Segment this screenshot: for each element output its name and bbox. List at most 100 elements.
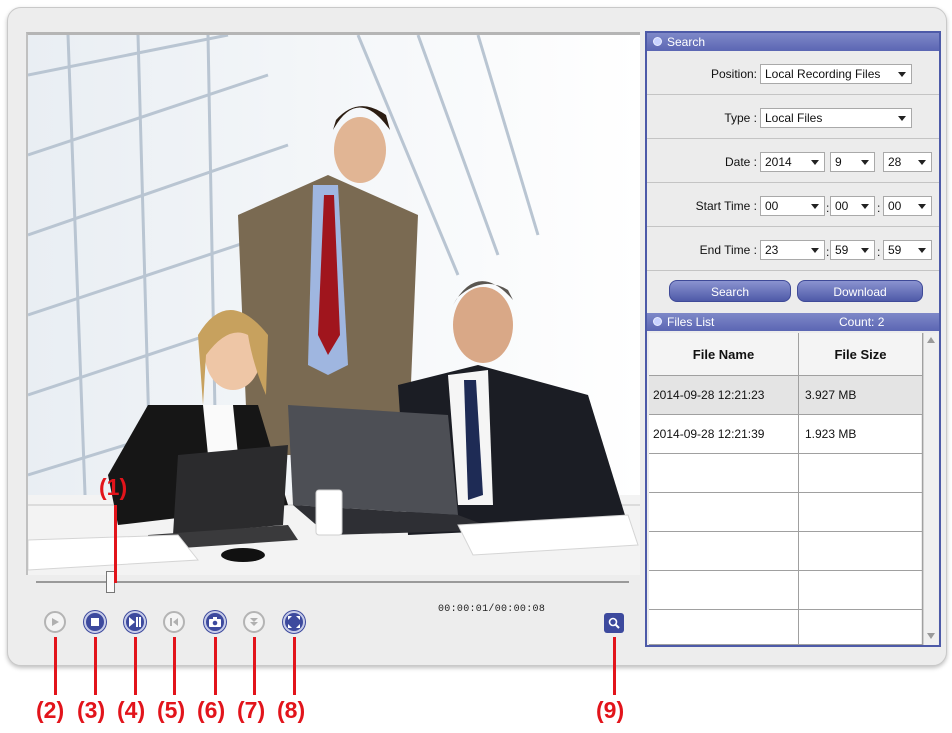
date-label: Date : [724, 155, 757, 169]
date-year-select[interactable]: 2014 [760, 152, 825, 172]
time-separator: : [877, 201, 881, 215]
scroll-up-icon[interactable] [927, 337, 935, 343]
files-table: File Name File Size 2014-09-28 12:21:23 … [649, 333, 923, 645]
callout-8-line [293, 637, 296, 695]
empty-cell [649, 532, 799, 571]
chevron-down-icon [861, 204, 869, 209]
callout-4-line [134, 637, 137, 695]
files-list-header: Files List Count: 2 [647, 313, 939, 331]
date-day-select[interactable]: 28 [883, 152, 932, 172]
chevron-down-icon [861, 248, 869, 253]
search-title: Search [667, 35, 706, 49]
search-header-dot-icon [653, 37, 662, 46]
type-select-value: Local Files [765, 111, 823, 125]
start-time-label: Start Time : [695, 199, 757, 213]
empty-cell [799, 532, 923, 571]
scroll-down-icon[interactable] [927, 633, 935, 639]
start-minute-select[interactable]: 00 [830, 196, 875, 216]
callout-1-line [114, 505, 117, 583]
chevron-down-icon [811, 160, 819, 165]
empty-cell [649, 610, 799, 645]
time-separator: : [826, 245, 830, 259]
digital-zoom-button[interactable] [604, 613, 624, 633]
empty-cell [799, 454, 923, 493]
end-second-select[interactable]: 59 [883, 240, 932, 260]
empty-cell [649, 493, 799, 532]
position-row: Position: Local Recording Files [647, 51, 939, 95]
end-minute-select[interactable]: 59 [830, 240, 875, 260]
type-select[interactable]: Local Files [760, 108, 912, 128]
empty-cell [649, 454, 799, 493]
callout-8: (8) [277, 697, 306, 723]
stop-button[interactable] [84, 611, 106, 633]
search-panel: Search Position: Local Recording Files T… [645, 31, 941, 647]
file-size-cell[interactable]: 3.927 MB [799, 376, 923, 415]
end-second-value: 59 [888, 243, 902, 257]
progress-track[interactable] [36, 581, 629, 583]
empty-cell [799, 493, 923, 532]
callout-3: (3) [77, 697, 106, 723]
callout-2: (2) [36, 697, 65, 723]
snapshot-button[interactable] [204, 611, 226, 633]
previous-frame-button[interactable] [163, 611, 185, 633]
callout-1: (1) [99, 474, 128, 500]
position-select[interactable]: Local Recording Files [760, 64, 912, 84]
file-name-cell[interactable]: 2014-09-28 12:21:39 [649, 415, 799, 454]
file-name-cell[interactable]: 2014-09-28 12:21:23 [649, 376, 799, 415]
date-month-value: 9 [835, 155, 842, 169]
callout-7: (7) [237, 697, 266, 723]
download-clip-button[interactable] [243, 611, 265, 633]
start-minute-value: 00 [835, 199, 849, 213]
search-button[interactable]: Search [669, 280, 791, 302]
zoom-icon [608, 617, 620, 629]
empty-cell [649, 571, 799, 610]
pause-step-button[interactable] [124, 611, 146, 633]
col-header-file-size[interactable]: File Size [799, 333, 923, 376]
files-header-dot-icon [653, 317, 662, 326]
file-size-cell[interactable]: 1.923 MB [799, 415, 923, 454]
date-month-select[interactable]: 9 [830, 152, 875, 172]
chevron-down-icon [811, 204, 819, 209]
time-separator: : [877, 245, 881, 259]
callout-6: (6) [197, 697, 226, 723]
callout-6-line [214, 637, 217, 695]
end-time-label: End Time : [699, 243, 757, 257]
start-hour-select[interactable]: 00 [760, 196, 825, 216]
date-year-value: 2014 [765, 155, 792, 169]
snapshot-icon [209, 617, 221, 627]
chevron-down-icon [918, 160, 926, 165]
download-button[interactable]: Download [797, 280, 923, 302]
col-header-file-name[interactable]: File Name [649, 333, 799, 376]
end-hour-select[interactable]: 23 [760, 240, 825, 260]
callout-9-line [613, 637, 616, 695]
callout-4: (4) [117, 697, 146, 723]
empty-cell [799, 571, 923, 610]
start-time-row: Start Time : 00 : 00 : 00 [647, 183, 939, 227]
files-count: Count: 2 [839, 315, 885, 329]
date-row: Date : 2014 9 28 [647, 139, 939, 183]
end-time-row: End Time : 23 : 59 : 59 [647, 227, 939, 271]
play-button[interactable] [44, 611, 66, 633]
files-scrollbar[interactable] [923, 333, 938, 645]
time-separator: : [826, 201, 830, 215]
fullscreen-icon [288, 616, 300, 628]
stop-icon [91, 618, 99, 626]
fullscreen-button[interactable] [283, 611, 305, 633]
callout-7-line [253, 637, 256, 695]
chevron-down-icon [918, 248, 926, 253]
type-label: Type : [724, 111, 757, 125]
callout-5: (5) [157, 697, 186, 723]
chevron-down-icon [898, 116, 906, 121]
playback-timecode: 00:00:01/00:00:08 [438, 604, 546, 615]
empty-cell [799, 610, 923, 645]
chevron-down-icon [898, 72, 906, 77]
chevron-down-icon [918, 204, 926, 209]
download-icon [250, 618, 258, 626]
position-select-value: Local Recording Files [765, 67, 881, 81]
end-minute-value: 59 [835, 243, 849, 257]
date-day-value: 28 [888, 155, 902, 169]
callout-3-line [94, 637, 97, 695]
previous-frame-icon [170, 618, 178, 626]
end-hour-value: 23 [765, 243, 779, 257]
start-second-select[interactable]: 00 [883, 196, 932, 216]
